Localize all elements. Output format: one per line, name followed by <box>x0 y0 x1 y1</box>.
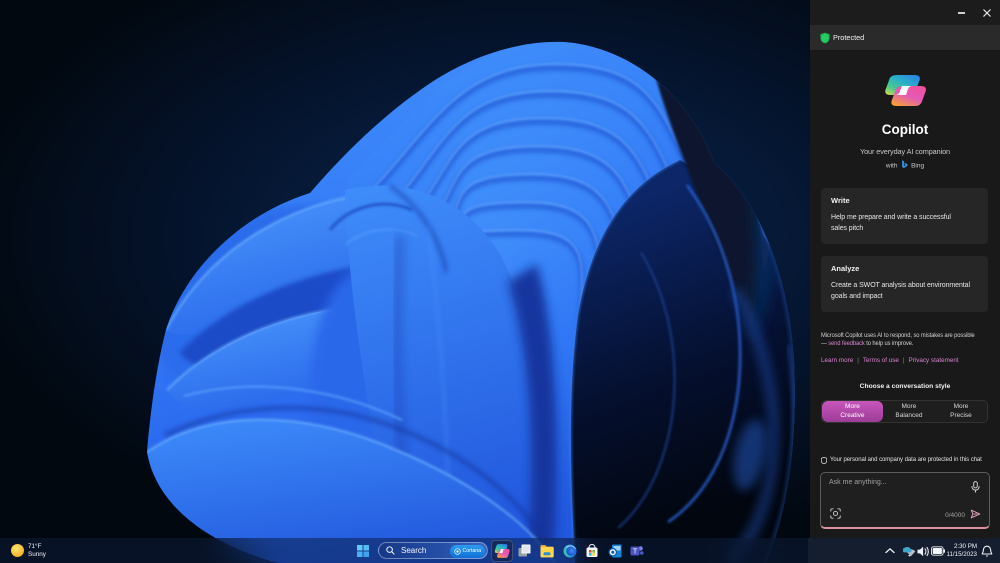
svg-text:T: T <box>633 546 638 555</box>
